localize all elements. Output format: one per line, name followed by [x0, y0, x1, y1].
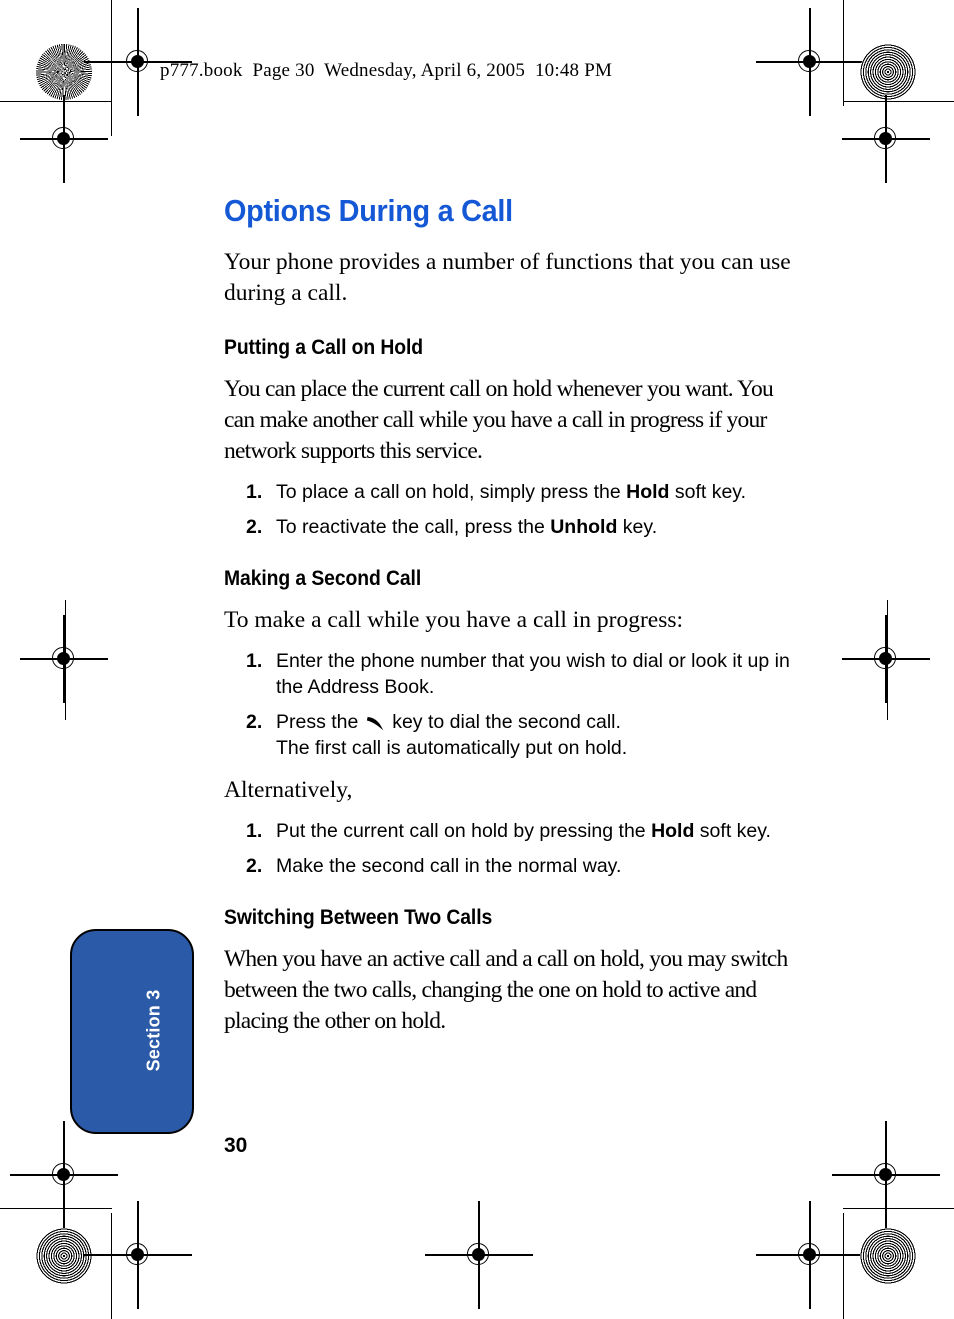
- step-text-post: soft key.: [669, 481, 747, 503]
- registration-mark-mid-right: [842, 615, 930, 703]
- crop-line-mid-left-v: [65, 600, 67, 720]
- crop-line-top-right-h: [843, 101, 954, 103]
- registration-mark-upper-right: [842, 95, 930, 183]
- file-header-line: p777.book Page 30 Wednesday, April 6, 20…: [160, 60, 613, 81]
- registration-mark-bottom-left-inner: [84, 1201, 192, 1309]
- step-text-pre: Press the: [276, 711, 364, 733]
- step-text-pre: Put the current call on hold by pressing…: [276, 820, 652, 842]
- body-making-a-second-call: To make a call while you have a call in …: [224, 607, 684, 633]
- step-text: Make the second call in the normal way.: [276, 855, 622, 877]
- crop-line-top-left-v: [111, 0, 113, 106]
- step-number: 2.: [246, 516, 263, 538]
- page-intro-paragraph: Your phone provides a number of function…: [224, 249, 791, 306]
- step-keyword: Unhold: [550, 516, 618, 538]
- heading-putting-a-call-on-hold: Putting a Call on Hold: [224, 335, 424, 359]
- step-text: To place a call on hold, simply press th…: [276, 479, 804, 505]
- list-item: 2. Press the key to dial the second call…: [224, 709, 804, 761]
- page-content: Options During a Call Your phone provide…: [224, 193, 804, 1045]
- step-text-post: key.: [617, 516, 658, 538]
- registration-mark-bottom-right-inner: [756, 1201, 864, 1309]
- step-text: Enter the phone number that you wish to …: [276, 650, 790, 698]
- step-number: 1.: [246, 481, 263, 503]
- page-number: 30: [224, 1134, 248, 1157]
- moire-target-top-left: [36, 44, 92, 100]
- registration-mark-upper-left: [20, 95, 108, 183]
- heading-switching-between-two-calls: Switching Between Two Calls: [224, 905, 493, 929]
- crop-line-top-left-h: [0, 101, 112, 103]
- step-text: Put the current call on hold by pressing…: [276, 818, 804, 844]
- step-keyword: Hold: [626, 481, 670, 503]
- steps-putting-a-call-on-hold: 1. To place a call on hold, simply press…: [224, 479, 804, 540]
- registration-mark-bottom-left: [10, 1121, 118, 1229]
- list-item: 2. To reactivate the call, press the Unh…: [224, 514, 804, 540]
- body-putting-a-call-on-hold: You can place the current call on hold w…: [224, 376, 774, 464]
- step-subtext: The first call is automatically put on h…: [276, 737, 628, 759]
- moire-target-bottom-left: [36, 1228, 92, 1284]
- steps-alternative-second-call: 1. Put the current call on hold by press…: [224, 818, 804, 879]
- crop-line-mid-right-v: [887, 600, 889, 720]
- registration-mark-top-left: [84, 8, 192, 116]
- step-text-pre: To place a call on hold, simply press th…: [276, 481, 627, 503]
- page-title: Options During a Call: [224, 193, 513, 228]
- registration-mark-bottom-center: [425, 1201, 533, 1309]
- section-tab-label: Section 3: [143, 989, 164, 1071]
- registration-mark-bottom-right: [832, 1121, 940, 1229]
- step-text-pre: To reactivate the call, press the: [276, 516, 551, 538]
- step-number: 1.: [246, 820, 263, 842]
- steps-making-a-second-call: 1. Enter the phone number that you wish …: [224, 648, 804, 761]
- alternatively-intro: Alternatively,: [224, 777, 353, 803]
- registration-mark-top-right: [756, 8, 864, 116]
- step-keyword: Hold: [651, 820, 695, 842]
- crop-line-left-edge-top: [111, 106, 113, 136]
- heading-making-a-second-call: Making a Second Call: [224, 566, 422, 590]
- step-text-post: soft key.: [694, 820, 771, 842]
- step-text-post: key to dial the second call.: [386, 711, 621, 733]
- list-item: 1. Put the current call on hold by press…: [224, 818, 804, 844]
- registration-mark-mid-left: [20, 615, 108, 703]
- step-number: 2.: [246, 855, 263, 877]
- list-item: 1. Enter the phone number that you wish …: [224, 648, 804, 700]
- moire-target-bottom-right: [860, 1228, 916, 1284]
- body-switching-between-two-calls: When you have an active call and a call …: [224, 946, 788, 1034]
- step-number: 2.: [246, 711, 263, 733]
- crop-line-bottom-left-v: [111, 1213, 113, 1319]
- send-key-icon: [366, 712, 385, 731]
- moire-target-top-right: [860, 44, 916, 100]
- step-text: To reactivate the call, press the Unhold…: [276, 514, 804, 540]
- crop-line-bottom-left-h: [0, 1208, 112, 1210]
- step-text: Press the key to dial the second call. Th…: [276, 709, 804, 761]
- section-tab: Section 3: [70, 929, 194, 1134]
- crop-line-bottom-right-v: [843, 1213, 845, 1319]
- crop-line-bottom-right-h: [843, 1208, 954, 1210]
- crop-line-top-right-v: [843, 0, 845, 106]
- step-number: 1.: [246, 650, 263, 672]
- list-item: 1. To place a call on hold, simply press…: [224, 479, 804, 505]
- list-item: 2. Make the second call in the normal wa…: [224, 853, 804, 879]
